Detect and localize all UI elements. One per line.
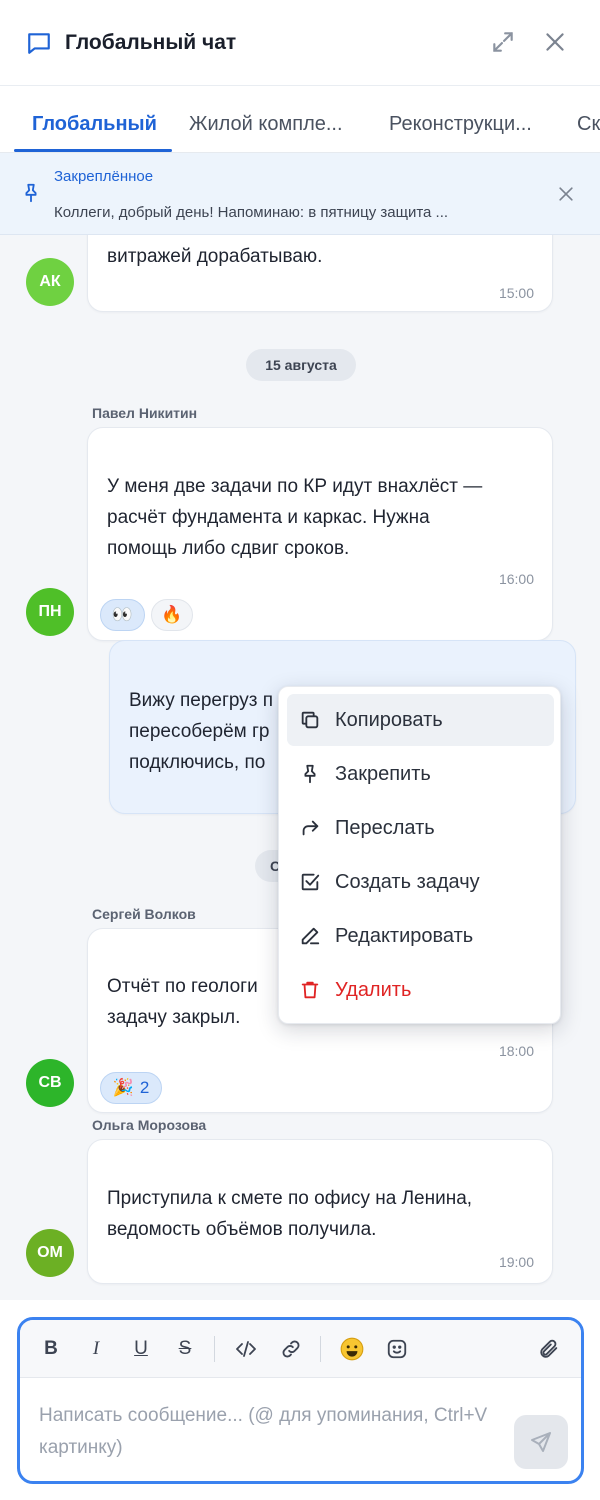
chat-title: Глобальный чат (65, 31, 237, 54)
trash-icon (301, 981, 319, 999)
menu-item-copy[interactable]: Копировать (287, 694, 554, 746)
menu-item-edit[interactable]: Редактировать (287, 910, 554, 962)
underline-button[interactable]: U (128, 1336, 154, 1362)
message-text-line: Вижу перегруз п (129, 690, 274, 711)
pencil-icon (301, 927, 320, 945)
tab-more[interactable]: Ск (577, 113, 600, 136)
menu-item-label: Создать задачу (335, 871, 480, 893)
code-icon (236, 1341, 256, 1357)
chat-header: Глобальный чат (0, 0, 600, 86)
reaction-fire[interactable]: 🔥 (151, 599, 193, 631)
message-text-line: помощь либо сдвиг сроков. (107, 538, 350, 559)
tab-residential[interactable]: Жилой компле... (189, 113, 343, 136)
reaction-eyes[interactable]: 👀 (100, 599, 145, 631)
menu-item-label: Редактировать (335, 925, 474, 947)
link-button[interactable] (278, 1336, 304, 1362)
sender-name: Сергей Волков (92, 906, 196, 922)
pinned-text: Коллеги, добрый день! Напоминаю: в пятни… (54, 204, 449, 221)
sender-name: Ольга Морозова (92, 1117, 207, 1133)
message-text-line: подключись, по (129, 752, 266, 773)
tab-reconstruction[interactable]: Реконструкци... (389, 113, 532, 136)
italic-button[interactable]: I (83, 1336, 109, 1362)
reaction-emoji: 🔥 (161, 605, 183, 624)
message-text-line: пересоберём гр (129, 721, 270, 742)
chat-tabs: Глобальный Жилой компле... Реконструкци.… (0, 86, 600, 153)
message-bubble[interactable]: Приступила к смете по офису на Ленина, в… (87, 1139, 553, 1284)
avatar[interactable]: АК (26, 258, 74, 306)
menu-item-label: Копировать (335, 709, 443, 731)
paperclip-icon (540, 1339, 558, 1358)
copy-icon (301, 711, 319, 729)
reaction-count: 2 (139, 1078, 150, 1097)
pinned-message-bar[interactable]: Закреплённое Коллеги, добрый день! Напом… (0, 153, 600, 235)
reaction-emoji: 👀 (111, 605, 134, 624)
avatar-initials: АК (39, 273, 61, 290)
avatar[interactable]: СВ (26, 1059, 74, 1107)
message-text: витражей дорабатываю. (107, 246, 323, 267)
message-time: 19:00 (498, 1254, 534, 1270)
emoji-button[interactable] (339, 1336, 365, 1362)
message-context-menu: Копировать Закрепить Переслать Создать з… (278, 686, 561, 1024)
menu-item-pin[interactable]: Закрепить (287, 748, 554, 800)
menu-item-label: Переслать (335, 817, 435, 839)
pin-icon (304, 764, 316, 784)
expand-icon[interactable] (490, 29, 516, 55)
message-time: 16:00 (498, 571, 534, 587)
close-icon[interactable] (542, 29, 568, 55)
pin-icon (25, 183, 37, 203)
link-icon (282, 1340, 300, 1358)
menu-item-forward[interactable]: Переслать (287, 802, 554, 854)
composer-area: B I U S Написать сообщение... (@ для упо… (0, 1300, 600, 1500)
chat-bubble-icon (28, 33, 50, 54)
code-button[interactable] (233, 1336, 259, 1362)
bold-button[interactable]: B (38, 1336, 64, 1362)
message-bubble[interactable]: — — — — — — — — — — — — — — — витражей д… (87, 235, 553, 312)
sender-name: Павел Никитин (92, 405, 198, 421)
message-input[interactable]: Написать сообщение... (@ для упоминания,… (39, 1400, 499, 1464)
unpin-close-icon[interactable] (556, 184, 576, 204)
menu-item-label: Закрепить (335, 763, 431, 785)
sticker-button[interactable] (384, 1336, 410, 1362)
format-toolbar: B I U S (20, 1320, 581, 1378)
message-time: 18:00 (498, 1043, 534, 1059)
message-time: 15:00 (498, 285, 534, 301)
toolbar-divider (320, 1336, 321, 1362)
strikethrough-button[interactable]: S (172, 1336, 198, 1362)
avatar[interactable]: ОМ (26, 1229, 74, 1277)
avatar-initials: ПН (38, 603, 62, 620)
message-bubble[interactable]: У меня две задачи по КР идут внахлёст — … (87, 427, 553, 641)
message-composer[interactable]: B I U S Написать сообщение... (@ для упо… (17, 1317, 584, 1484)
avatar-initials: ОМ (37, 1244, 63, 1261)
avatar-initials: СВ (38, 1074, 62, 1091)
menu-item-label: Удалить (335, 979, 412, 1001)
attach-button[interactable] (536, 1336, 562, 1362)
send-icon (531, 1432, 551, 1452)
sticker-icon (387, 1339, 407, 1359)
forward-icon (302, 820, 319, 836)
emoji-smiley-icon (340, 1337, 364, 1361)
menu-item-delete[interactable]: Удалить (287, 964, 554, 1016)
message-text-line: задачу закрыл. (107, 1007, 241, 1028)
tab-global[interactable]: Глобальный (32, 113, 157, 136)
avatar[interactable]: ПН (26, 588, 74, 636)
message-text-line: Приступила к смете по офису на Ленина, (107, 1188, 473, 1209)
reaction-party[interactable]: 🎉 2 (100, 1072, 162, 1104)
reaction-emoji: 🎉 (112, 1078, 134, 1097)
checkbox-icon (301, 873, 320, 891)
message-text-line: У меня две задачи по КР идут внахлёст — (107, 476, 483, 497)
pinned-title: Закреплённое (54, 168, 154, 185)
menu-item-create-task[interactable]: Создать задачу (287, 856, 554, 908)
send-button[interactable] (514, 1415, 568, 1469)
message-text-line: ведомость объёмов получила. (107, 1219, 377, 1240)
message-text-line: расчёт фундамента и каркас. Нужна (107, 507, 430, 528)
message-text-line: Отчёт по геологи (107, 976, 258, 997)
active-tab-indicator (14, 149, 172, 152)
date-separator: 15 августа (246, 349, 356, 381)
toolbar-divider (214, 1336, 215, 1362)
